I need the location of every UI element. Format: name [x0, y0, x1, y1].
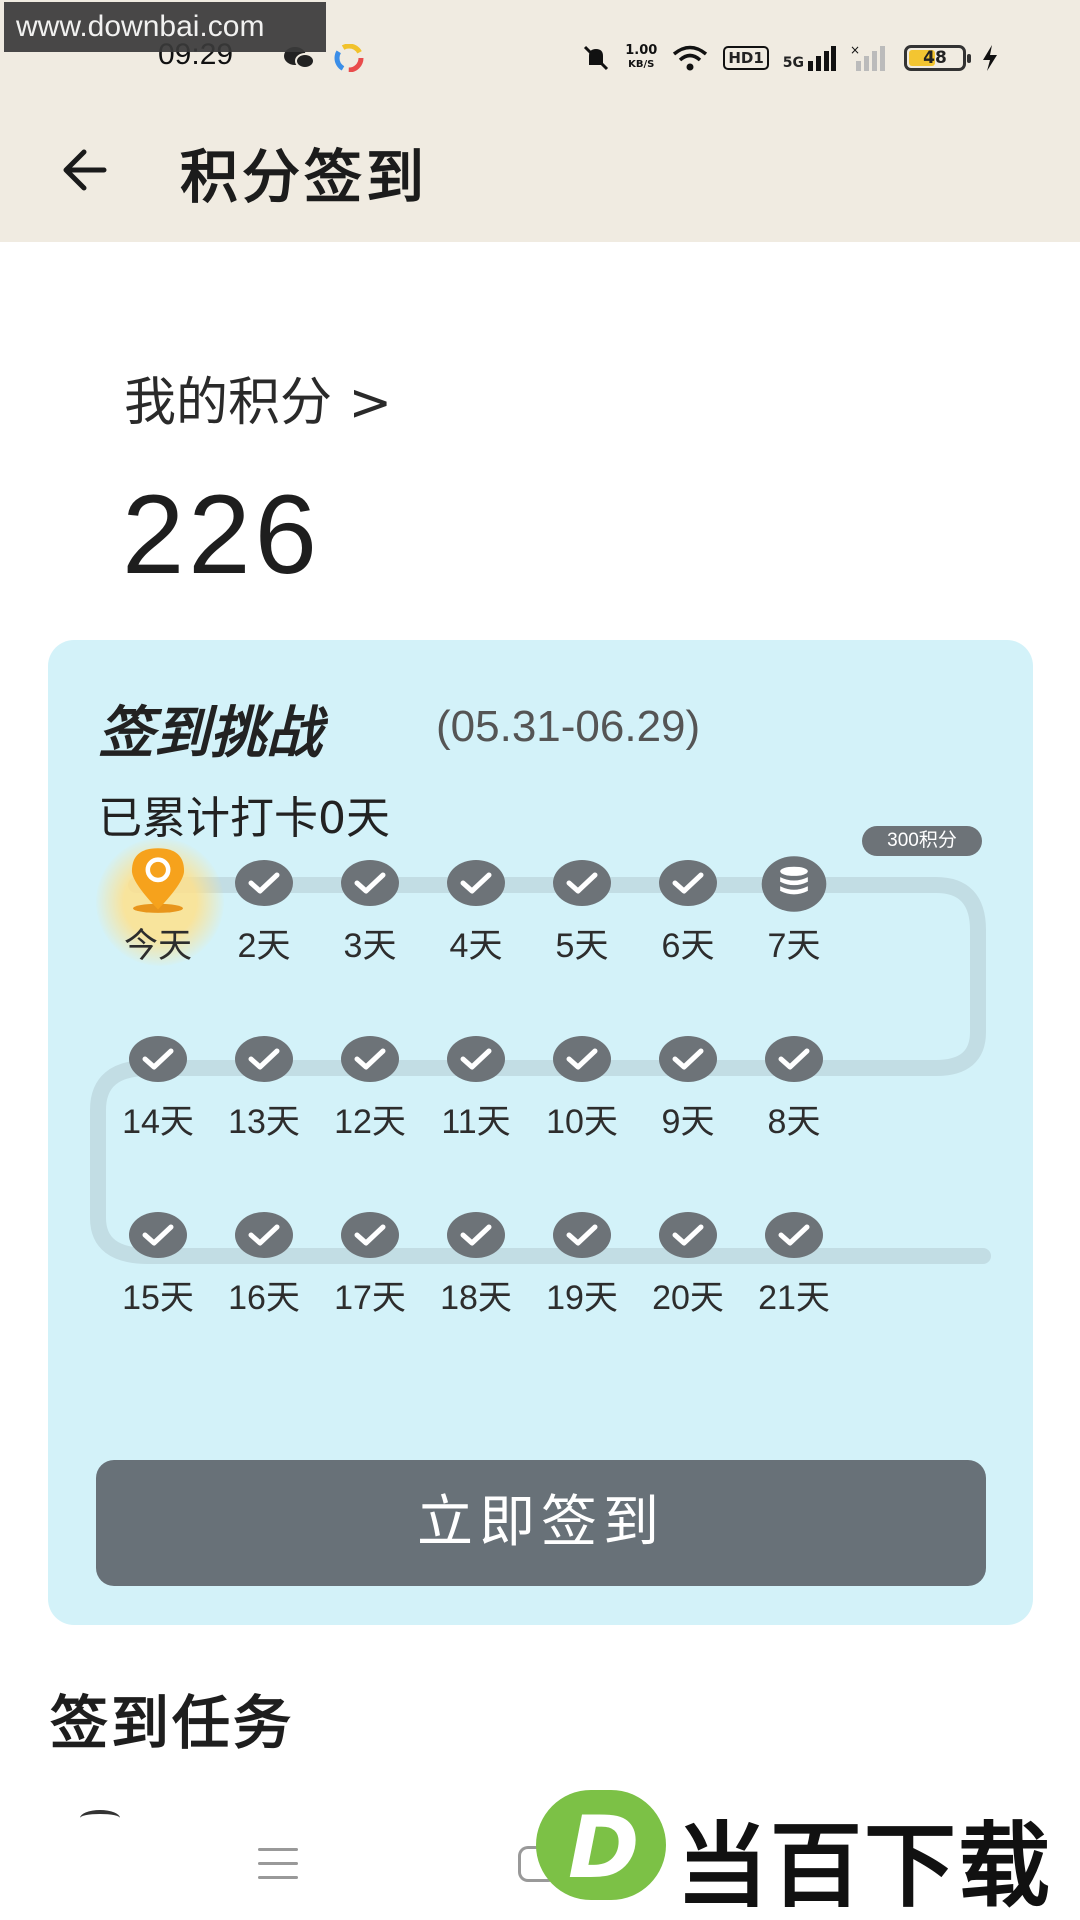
day-label: 4天: [449, 927, 503, 965]
app-bar: 积分签到: [0, 100, 1080, 242]
day-label: 17天: [334, 1279, 406, 1317]
my-points-link[interactable]: 我的积分 >: [124, 360, 392, 435]
day-cell: 15天: [98, 1212, 218, 1332]
brand-logo: D 当百下载: [536, 1790, 1076, 1920]
signal-weak-icon: ×: [850, 44, 885, 71]
site-watermark: www.downbai.com: [4, 2, 326, 52]
day-cell: 11天: [416, 1036, 536, 1156]
brand-logo-mark: D: [536, 1790, 666, 1900]
day-label: 14天: [122, 1103, 194, 1141]
checkin-challenge-card: 签到挑战 (05.31-06.29) 已累计打卡0天 300积分 今天 2天 3天 4…: [48, 640, 1033, 1625]
check-circle-icon: [341, 1212, 399, 1258]
wifi-icon: [673, 45, 708, 71]
check-circle-icon: [553, 1212, 611, 1258]
day-label: 今天: [124, 927, 192, 965]
day-cell: 12天: [310, 1036, 430, 1156]
day-cell: 5天: [522, 860, 642, 980]
day-cell: 18天: [416, 1212, 536, 1332]
network-type: 5G: [783, 45, 836, 71]
brand-logo-text: 当百下载: [676, 1813, 1053, 1920]
check-circle-icon: [765, 1036, 823, 1082]
day-cell: 2天: [204, 860, 324, 980]
check-circle-icon: [553, 1036, 611, 1082]
check-circle-icon: [235, 860, 293, 906]
day-label: 3天: [343, 927, 397, 965]
day-label: 16天: [228, 1279, 300, 1317]
day-label: 9天: [661, 1103, 715, 1141]
day-label: 5天: [555, 927, 609, 965]
day-label: 6天: [661, 927, 715, 965]
task-item-partial: [80, 1810, 120, 1826]
day-cell: 13天: [204, 1036, 324, 1156]
reward-badge: 300积分: [862, 826, 982, 856]
day-cell: 今天: [98, 848, 218, 980]
hd-badge: HD1: [723, 46, 769, 70]
net-speed-value: 1.00: [625, 43, 658, 58]
day-cell: 3天: [310, 860, 430, 980]
check-circle-icon: [447, 860, 505, 906]
net-speed-unit: KB/S: [628, 59, 655, 70]
day-label: 18天: [440, 1279, 512, 1317]
day-label: 13天: [228, 1103, 300, 1141]
check-circle-icon: [129, 1212, 187, 1258]
check-circle-icon: [659, 860, 717, 906]
check-circle-icon: [235, 1036, 293, 1082]
check-circle-icon: [447, 1036, 505, 1082]
day-cell: 16天: [204, 1212, 324, 1332]
day-label: 21天: [758, 1279, 830, 1317]
day-cell: 19天: [522, 1212, 642, 1332]
day-label: 2天: [237, 927, 291, 965]
nav-menu-icon[interactable]: [258, 1848, 298, 1884]
day-cell: 4天: [416, 860, 536, 980]
day-label: 11天: [441, 1103, 511, 1141]
check-circle-icon: [659, 1212, 717, 1258]
check-circle-icon: [447, 1212, 505, 1258]
check-circle-icon: [659, 1036, 717, 1082]
net-speed: 1.00 KB/S: [625, 44, 657, 72]
day-label: 20天: [652, 1279, 724, 1317]
back-arrow-icon[interactable]: [56, 140, 116, 200]
day-cell: 9天: [628, 1036, 748, 1156]
day-cell: 8天: [734, 1036, 854, 1156]
day-label: 12天: [334, 1103, 406, 1141]
status-icons: 1.00 KB/S HD1 5G × 48: [581, 40, 1000, 76]
network-label: 5G: [782, 55, 804, 71]
page-title: 积分签到: [180, 143, 429, 211]
mute-bell-icon: [584, 45, 609, 71]
streak-count: 已累计打卡0天: [98, 793, 390, 844]
day-cell: 17天: [310, 1212, 430, 1332]
day-label: 19天: [546, 1279, 618, 1317]
tasks-heading: 签到任务: [50, 1689, 295, 1757]
check-circle-icon: [235, 1212, 293, 1258]
battery-level: 48: [923, 48, 947, 68]
challenge-title: 签到挑战: [98, 701, 322, 766]
check-circle-icon: [765, 1212, 823, 1258]
location-pin-icon: [131, 848, 185, 913]
check-circle-icon: [341, 860, 399, 906]
day-label: 10天: [546, 1103, 618, 1141]
brand-logo-glyph: D: [568, 1798, 640, 1898]
day-label: 15天: [122, 1279, 194, 1317]
day-cell: 7天: [734, 856, 854, 980]
coin-stack-icon: [761, 856, 827, 912]
check-circle-icon: [341, 1036, 399, 1082]
points-value: 226: [122, 472, 321, 597]
app-icon: [334, 44, 364, 72]
charging-icon: [983, 45, 997, 71]
check-in-button[interactable]: 立即签到: [96, 1460, 986, 1586]
day-cell: 21天: [734, 1212, 854, 1332]
day-cell: 6天: [628, 860, 748, 980]
day-cell: 20天: [628, 1212, 748, 1332]
day-cell: 10天: [522, 1036, 642, 1156]
battery-indicator: 48: [904, 45, 971, 71]
check-circle-icon: [553, 860, 611, 906]
svg-text:×: ×: [850, 44, 860, 57]
day-label: 7天: [767, 927, 821, 965]
day-label: 8天: [767, 1103, 821, 1141]
signal-icon: [808, 46, 836, 71]
challenge-date-range: (05.31-06.29): [436, 702, 701, 751]
day-cell: 14天: [98, 1036, 218, 1156]
check-circle-icon: [129, 1036, 187, 1082]
